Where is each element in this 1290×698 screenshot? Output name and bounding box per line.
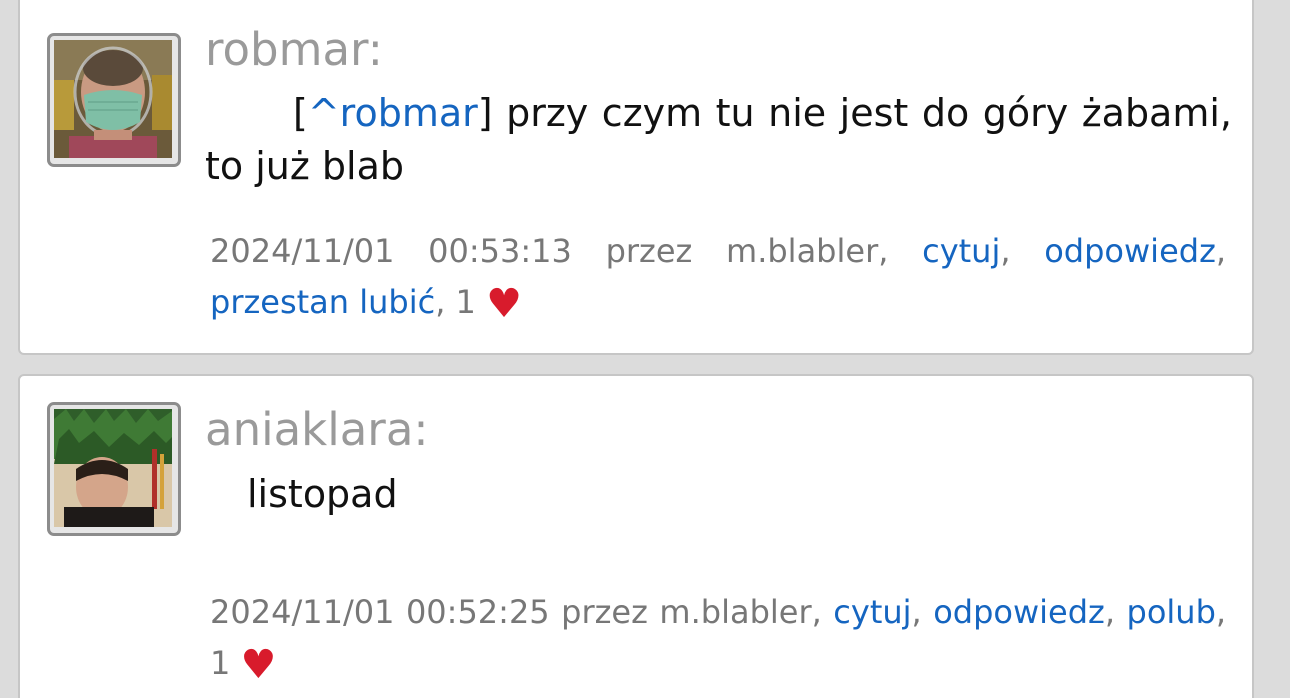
separator: , (435, 283, 446, 321)
quote-link[interactable]: cytuj (833, 593, 911, 631)
post-feed: robmar: [^robmar] przy czym tu nie jest … (0, 0, 1290, 698)
avatar[interactable] (47, 33, 181, 167)
post-card: robmar: [^robmar] przy czym tu nie jest … (18, 0, 1254, 355)
message-text: listopad (247, 472, 398, 516)
avatar-photo (54, 409, 172, 527)
separator: , (1215, 232, 1227, 270)
post-date: 2024/11/01 (210, 593, 395, 631)
separator: , (1104, 593, 1116, 631)
heart-icon: ♥ (240, 642, 277, 688)
bracket: [ (293, 91, 308, 135)
separator: , (911, 593, 922, 631)
source-user: m.blabler, (726, 232, 889, 270)
unlike-link[interactable]: przestan lubić (210, 283, 435, 321)
mention-link[interactable]: ^robmar (308, 91, 478, 135)
quote-link[interactable]: cytuj (922, 232, 1000, 270)
post-card: aniaklara: listopad 2024/11/01 00:52:25 … (18, 374, 1254, 698)
post-message: [^robmar] przy czym tu nie jest do góry … (205, 87, 1232, 193)
separator: , (1215, 593, 1227, 631)
bracket: ] (477, 91, 493, 135)
post-date: 2024/11/01 (210, 232, 395, 270)
by-prefix: przez (561, 593, 648, 631)
reply-link[interactable]: odpowiedz (1044, 232, 1216, 270)
like-count: 1 (210, 644, 231, 682)
reply-link[interactable]: odpowiedz (933, 593, 1105, 631)
by-prefix: przez (605, 232, 693, 270)
like-link[interactable]: polub (1127, 593, 1216, 631)
heart-icon: ♥ (486, 281, 522, 327)
post-author[interactable]: robmar: (205, 27, 383, 72)
separator: , (1000, 232, 1011, 270)
post-message: listopad (205, 468, 1232, 521)
avatar[interactable] (47, 402, 181, 536)
post-meta: 2024/11/01 00:52:25 przez m.blabler, cyt… (210, 587, 1226, 691)
post-time: 00:53:13 (428, 232, 572, 270)
like-count: 1 (455, 283, 476, 321)
post-time: 00:52:25 (405, 593, 550, 631)
post-meta: 2024/11/01 00:53:13 przez m.blabler, cyt… (210, 226, 1226, 330)
source-user: m.blabler, (659, 593, 822, 631)
post-author[interactable]: aniaklara: (205, 407, 429, 452)
avatar-photo (54, 40, 172, 158)
